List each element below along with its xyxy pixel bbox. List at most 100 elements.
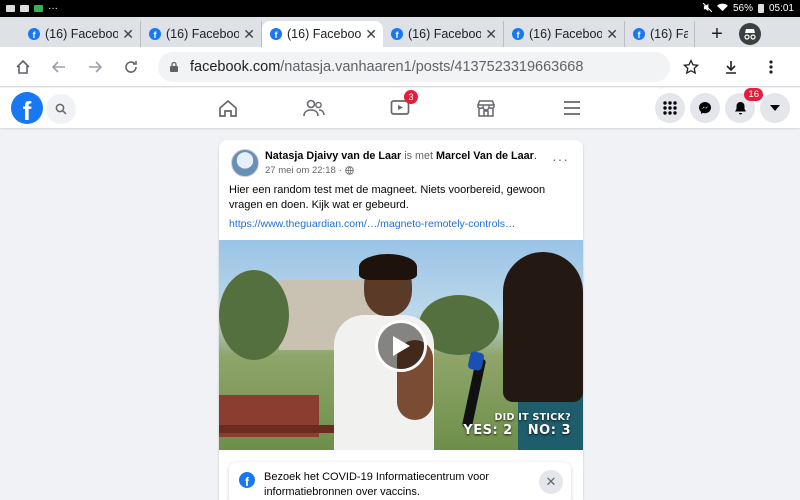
post-timestamp[interactable]: 27 mei om 22:18 <box>265 165 336 176</box>
url-host: facebook.com <box>190 58 281 75</box>
meta-dot: · <box>338 165 342 176</box>
wifi-icon <box>717 3 728 15</box>
author-name[interactable]: Natasja Djaivy van de Laar <box>265 150 401 162</box>
messenger-icon <box>699 102 711 114</box>
play-store-icon <box>34 5 43 12</box>
author-avatar[interactable] <box>231 149 259 177</box>
video-overlay-text: DID IT STICK? YES: 2 NO: 3 <box>463 412 571 438</box>
apps-grid-button[interactable] <box>655 93 685 123</box>
toolbar-actions <box>676 52 792 82</box>
browser-tab[interactable]: f (16) Facebook ✕ <box>141 21 262 47</box>
battery-percentage: 56% <box>732 3 753 14</box>
facebook-favicon-icon: f <box>633 28 645 40</box>
incognito-icon[interactable] <box>739 23 761 45</box>
menu-kebab-icon[interactable] <box>756 52 786 82</box>
tab-close-icon[interactable]: ✕ <box>365 26 377 43</box>
home-icon <box>219 99 237 117</box>
post-options-button[interactable]: ··· <box>552 151 569 167</box>
system-status-bar: ··· 56% 05:01 <box>0 0 800 17</box>
video-player[interactable]: DID IT STICK? YES: 2 NO: 3 <box>219 240 583 450</box>
nav-marketplace[interactable] <box>471 94 501 122</box>
home-button[interactable] <box>8 52 38 82</box>
hamburger-menu-icon <box>564 101 580 115</box>
tab-title: (16) Facebook <box>166 27 240 41</box>
nav-friends[interactable] <box>299 94 329 122</box>
nav-watch[interactable]: 3 <box>385 90 418 122</box>
nav-home[interactable] <box>213 94 243 122</box>
overlay-answer: YES: 2 NO: 3 <box>463 423 571 438</box>
notifications-badge: 16 <box>744 88 763 101</box>
tab-close-icon[interactable]: ✕ <box>243 26 255 43</box>
browser-tab[interactable]: f (16) Facebook <box>625 21 695 47</box>
browser-tab[interactable]: f (16) Facebook ✕ <box>504 21 625 47</box>
download-icon[interactable] <box>716 52 746 82</box>
tab-title: (16) Facebook <box>45 27 119 41</box>
grid-icon <box>663 101 677 115</box>
mute-icon <box>702 2 713 15</box>
post-meta: 27 mei om 22:18 · <box>265 165 354 176</box>
tab-title: (16) Facebook <box>408 27 482 41</box>
tab-close-icon[interactable]: ✕ <box>485 26 497 43</box>
post-link[interactable]: https://www.theguardian.com/…/magneto-re… <box>229 218 516 230</box>
marketplace-icon <box>477 100 495 117</box>
search-icon <box>55 103 67 115</box>
address-bar[interactable]: facebook.com/natasja.vanhaaren1/posts/41… <box>158 51 670 82</box>
facebook-favicon-icon: f <box>391 28 403 40</box>
friends-icon <box>303 99 325 117</box>
tab-close-icon[interactable]: ✕ <box>606 26 618 43</box>
close-banner-icon[interactable]: ✕ <box>539 470 563 494</box>
new-tab-button[interactable]: + <box>701 21 733 47</box>
browser-tab[interactable]: f (16) Facebook ✕ <box>383 21 504 47</box>
tab-strip: f (16) Facebook ✕ f (16) Facebook ✕ f (1… <box>0 17 800 47</box>
battery-icon <box>757 4 764 13</box>
facebook-favicon-icon: f <box>512 28 524 40</box>
tab-title: (16) Facebook <box>529 27 603 41</box>
forward-button[interactable] <box>80 52 110 82</box>
reload-button[interactable] <box>116 52 146 82</box>
overlay-question: DID IT STICK? <box>494 412 571 423</box>
tagged-suffix: . <box>533 150 537 162</box>
facebook-icon: f <box>239 472 255 488</box>
notifications-button[interactable]: 16 <box>725 88 763 123</box>
feed-post: Natasja Djaivy van de Laar is met Marcel… <box>219 140 583 500</box>
lock-icon <box>170 61 178 72</box>
browser-tab-active[interactable]: f (16) Facebook ✕ <box>262 21 383 47</box>
globe-icon <box>345 166 354 175</box>
video-scene-tree <box>219 270 289 360</box>
more-notifications-icon: ··· <box>48 3 58 14</box>
facebook-logo[interactable]: f <box>11 92 43 124</box>
nav-menu[interactable] <box>557 94 587 122</box>
url-path: /natasja.vanhaaren1/posts/41375233196636… <box>280 58 584 75</box>
post-text: Hier een random test met de magneet. Nie… <box>229 184 546 211</box>
covid-info-banner[interactable]: f Bezoek het COVID-19 Informatiecentrum … <box>229 462 571 500</box>
back-button[interactable] <box>44 52 74 82</box>
play-button[interactable] <box>375 320 427 372</box>
facebook-header: f 3 16 <box>0 88 800 128</box>
video-icon <box>20 5 29 12</box>
tab-close-icon[interactable]: ✕ <box>122 26 134 43</box>
post-author-line: Natasja Djaivy van de Laar is met Marcel… <box>265 150 537 162</box>
video-scene-bench-rail <box>219 425 339 433</box>
covid-banner-text[interactable]: Bezoek het COVID-19 Informatiecentrum vo… <box>264 470 504 500</box>
status-right-icons: 56% 05:01 <box>702 2 794 15</box>
play-icon <box>393 336 410 356</box>
bookmark-star-icon[interactable] <box>676 52 706 82</box>
bell-icon <box>734 102 746 115</box>
facebook-favicon-icon: f <box>270 28 282 40</box>
tab-title: (16) Facebook <box>650 27 688 41</box>
tagged-person[interactable]: Marcel Van de Laar <box>436 150 534 162</box>
caret-down-icon <box>770 105 780 111</box>
clock: 05:01 <box>768 3 794 14</box>
tab-title: (16) Facebook <box>287 27 362 41</box>
search-button[interactable] <box>46 94 76 124</box>
account-menu-button[interactable] <box>760 93 790 123</box>
gallery-icon <box>6 5 15 12</box>
with-text: is met <box>401 150 437 162</box>
messenger-button[interactable] <box>690 93 720 123</box>
browser-tab[interactable]: f (16) Facebook ✕ <box>20 21 141 47</box>
status-left-icons: ··· <box>6 3 58 14</box>
facebook-favicon-icon: f <box>28 28 40 40</box>
facebook-favicon-icon: f <box>149 28 161 40</box>
watch-badge: 3 <box>404 90 418 104</box>
browser-toolbar: facebook.com/natasja.vanhaaren1/posts/41… <box>0 47 800 87</box>
